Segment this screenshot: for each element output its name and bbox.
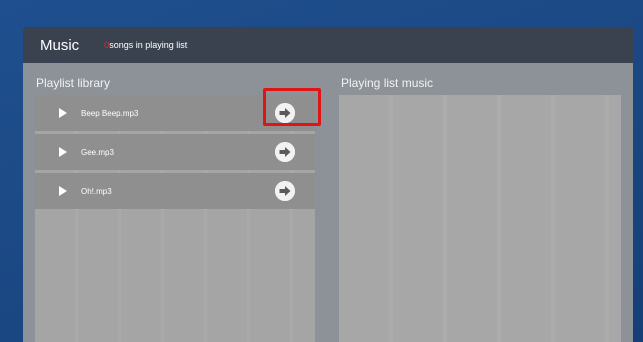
- dialog-header: Music 0 songs in playing list: [23, 27, 633, 63]
- playing-list-title: Playing list music: [341, 76, 434, 90]
- play-icon[interactable]: [59, 186, 67, 196]
- add-to-playing-list-button[interactable]: [275, 142, 295, 162]
- playlist-library-panel: Beep Beep.mp3 Gee.mp3 Oh!.mp3: [35, 88, 321, 342]
- playing-list-panel: [339, 95, 621, 342]
- song-name: Oh!.mp3: [81, 186, 112, 196]
- arrow-right-icon: [275, 181, 295, 201]
- music-dialog: Music 0 songs in playing list Playlist l…: [23, 27, 633, 342]
- playlist-library-title: Playlist library: [36, 76, 111, 90]
- song-list: Beep Beep.mp3 Gee.mp3 Oh!.mp3: [35, 88, 321, 212]
- arrow-right-icon: [275, 142, 295, 162]
- song-row[interactable]: Beep Beep.mp3: [35, 88, 321, 131]
- play-icon[interactable]: [59, 147, 67, 157]
- song-count-label: songs in playing list: [109, 40, 188, 50]
- dialog-title: Music: [40, 36, 80, 54]
- song-name: Beep Beep.mp3: [81, 108, 139, 118]
- highlight-box: [263, 88, 321, 126]
- song-row[interactable]: Oh!.mp3: [35, 173, 315, 209]
- add-to-playing-list-button[interactable]: [275, 181, 295, 201]
- play-icon[interactable]: [59, 108, 67, 118]
- song-row[interactable]: Gee.mp3: [35, 134, 315, 170]
- song-name: Gee.mp3: [81, 147, 114, 157]
